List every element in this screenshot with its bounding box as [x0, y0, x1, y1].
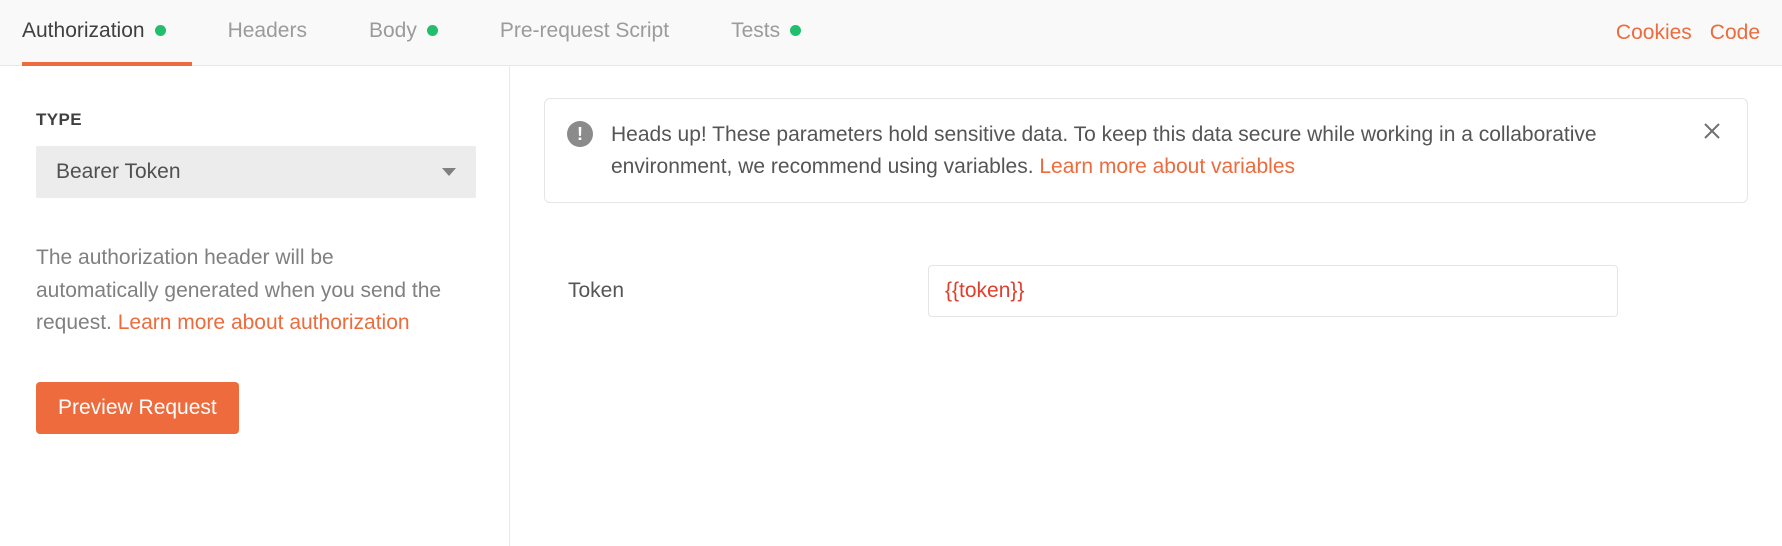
- learn-more-authorization-link[interactable]: Learn more about authorization: [118, 311, 410, 334]
- preview-request-button[interactable]: Preview Request: [36, 382, 239, 434]
- auth-sidebar: TYPE Bearer Token The authorization head…: [0, 66, 510, 546]
- token-input[interactable]: [928, 265, 1618, 317]
- tab-headers[interactable]: Headers: [228, 0, 333, 66]
- tab-authorization[interactable]: Authorization: [22, 0, 192, 66]
- tab-label: Tests: [731, 19, 780, 43]
- tab-body[interactable]: Body: [369, 0, 464, 66]
- auth-help-text: The authorization header will be automat…: [36, 242, 456, 340]
- tab-label: Pre-request Script: [500, 19, 669, 43]
- alert-text: Heads up! These parameters hold sensitiv…: [611, 119, 1681, 182]
- code-link[interactable]: Code: [1710, 21, 1760, 45]
- auth-content: ! Heads up! These parameters hold sensit…: [510, 66, 1782, 546]
- tab-label: Authorization: [22, 19, 145, 43]
- status-dot-icon: [155, 25, 166, 36]
- tab-pre-request-script[interactable]: Pre-request Script: [500, 0, 695, 66]
- auth-type-label: TYPE: [36, 110, 473, 130]
- request-tabs: Authorization Headers Body Pre-request S…: [22, 0, 1616, 66]
- main-panel: TYPE Bearer Token The authorization head…: [0, 66, 1782, 546]
- learn-more-variables-link[interactable]: Learn more about variables: [1039, 155, 1295, 178]
- sensitive-data-alert: ! Heads up! These parameters hold sensit…: [544, 98, 1748, 203]
- token-label: Token: [568, 279, 928, 303]
- warning-icon: !: [567, 121, 593, 147]
- tab-label: Headers: [228, 19, 307, 43]
- token-row: Token: [544, 265, 1748, 317]
- tab-tests[interactable]: Tests: [731, 0, 827, 66]
- cookies-link[interactable]: Cookies: [1616, 21, 1692, 45]
- tab-label: Body: [369, 19, 417, 43]
- auth-type-selected-value: Bearer Token: [56, 160, 181, 184]
- request-tabbar: Authorization Headers Body Pre-request S…: [0, 0, 1782, 66]
- auth-type-select[interactable]: Bearer Token: [36, 146, 476, 198]
- chevron-down-icon: [442, 168, 456, 176]
- tab-actions: Cookies Code: [1616, 21, 1760, 45]
- close-icon[interactable]: [1699, 119, 1725, 147]
- status-dot-icon: [427, 25, 438, 36]
- status-dot-icon: [790, 25, 801, 36]
